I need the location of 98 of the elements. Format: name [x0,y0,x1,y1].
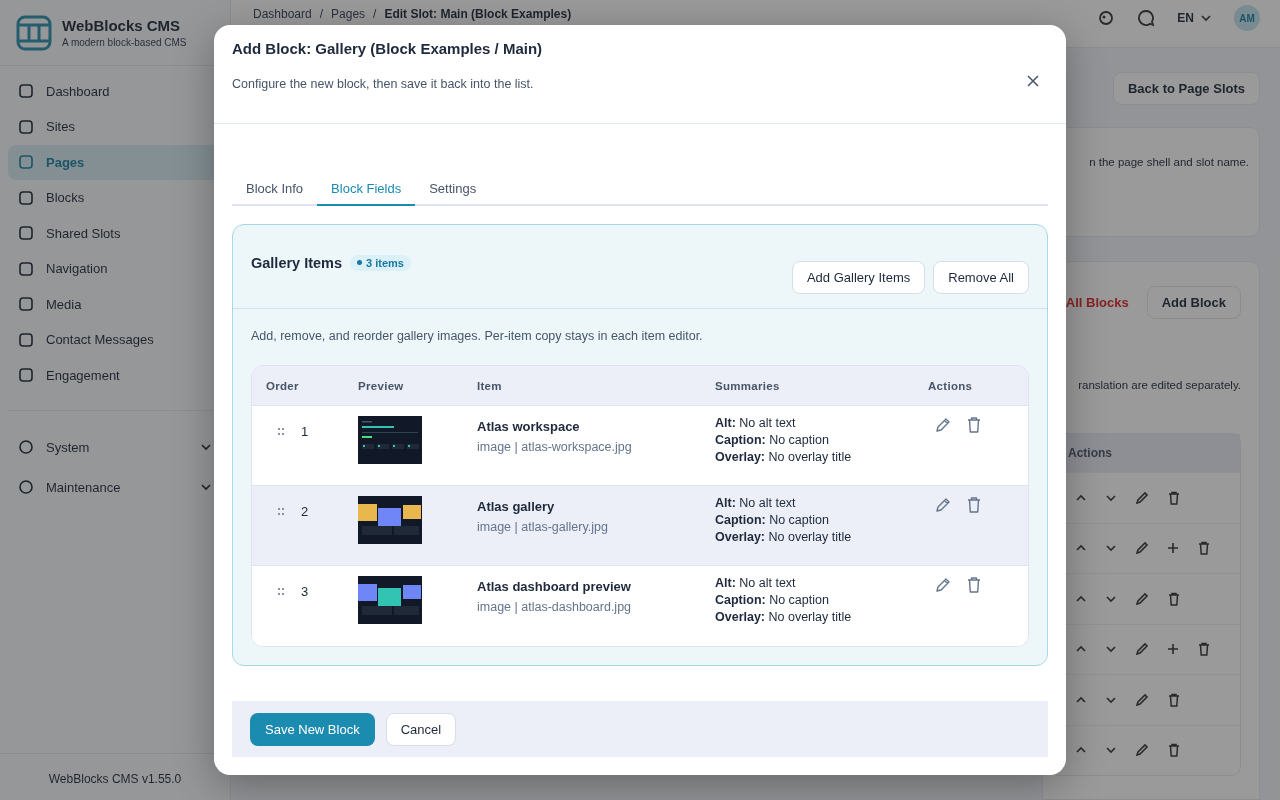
cancel-button[interactable]: Cancel [385,712,457,746]
sidebar-group[interactable]: System [8,427,222,467]
dialog-title: Add Block: Gallery (Block Examples / Main) [232,40,543,57]
pencil-icon[interactable] [1134,641,1150,658]
breadcrumb-item[interactable]: Pages [331,7,366,21]
trash-icon[interactable] [1166,742,1182,759]
item-title: Atlas workspace [477,419,581,434]
trash-icon[interactable] [966,416,982,434]
nav-icon [18,331,34,348]
summary-line: Alt: No alt text [715,496,797,510]
sidebar-item[interactable]: Navigation [8,251,222,286]
chevron-icon [1200,12,1212,24]
pencil-icon[interactable] [1134,590,1150,607]
summary-line: Overlay: No overlay title [715,450,853,464]
app-tagline: A modern block-based CMS [62,37,187,48]
pencil-icon[interactable] [1134,742,1150,759]
drag-handle-icon[interactable] [278,427,284,435]
summary-line: Caption: No caption [715,433,830,447]
order-number: 2 [301,503,309,519]
summary-line: Overlay: No overlay title [715,610,853,624]
nav-icon [18,367,34,384]
item-title: Atlas gallery [477,499,556,514]
save-button[interactable]: Save New Block [250,712,375,746]
item-title: Atlas dashboard preview [477,579,632,594]
nav-icon [18,83,34,100]
sidebar-item[interactable]: Contact Messages [8,322,222,357]
add-block-button[interactable]: Add Block [1146,286,1241,319]
breadcrumb-separator: / [319,7,324,21]
column-header: Preview [358,379,405,392]
app-name: WebBlocks CMS [62,17,182,34]
back-button[interactable]: Back to Page Slots [1112,72,1260,105]
pencil-icon[interactable] [934,416,952,434]
summary-line: Caption: No caption [715,593,830,607]
logo-icon [16,14,52,51]
nav-icon [18,296,34,313]
drag-handle-icon[interactable] [278,507,284,515]
item-file: image | atlas-dashboard.jpg [477,600,633,614]
order-number: 1 [301,423,309,439]
nav-icon [18,118,34,135]
plus-icon[interactable] [1166,642,1180,657]
summary-line: Alt: No alt text [715,416,797,430]
info-text: n the page shell and slot name. [1089,156,1249,168]
trash-icon[interactable] [1166,590,1182,607]
summary-line: Overlay: No overlay title [715,530,853,544]
nav-icon [18,189,34,206]
sidebar-item[interactable]: Media [8,287,222,322]
pencil-icon[interactable] [1134,691,1150,708]
nav-icon [18,225,34,242]
item-file: image | atlas-workspace.jpg [477,440,633,454]
pencil-icon[interactable] [934,576,952,594]
drag-handle-icon[interactable] [278,587,284,595]
trash-icon[interactable] [1196,641,1212,658]
trash-icon[interactable] [966,576,982,594]
sidebar-item[interactable]: Shared Slots [8,216,222,251]
breadcrumb-item[interactable]: Edit Slot: Main (Block Examples) [384,7,572,21]
sidebar-group[interactable]: Maintenance [8,467,222,507]
sidebar-item[interactable]: Sites [8,109,222,144]
tab[interactable]: Block Info [232,174,318,206]
column-header: Order [266,379,300,392]
close-icon [1027,75,1039,87]
item-file: image | atlas-gallery.jpg [477,520,609,534]
remove-link[interactable]: All Blocks [1065,295,1129,310]
pencil-icon[interactable] [934,496,952,514]
breadcrumb-separator: / [373,7,377,21]
trash-icon[interactable] [1196,540,1212,557]
panel-title: Gallery Items [251,254,343,271]
panel-button[interactable]: Remove All [933,261,1029,294]
count-badge: 3 items [350,254,411,271]
panel-button[interactable]: Add Gallery Items [791,261,926,294]
table-row[interactable]: 2 Atlas gallery image | atlas-gallery.jpg Alt: No alt text Caption: No caption Overlay: No overlay title [252,486,1028,566]
sidebar-item[interactable]: Dashboard [8,74,222,109]
summary-line: Caption: No caption [715,513,830,527]
panel-hint: Add, remove, and reorder gallery images. Per-item copy stays in each item editor. [251,329,704,343]
column-header: Item [477,379,503,392]
sidebar-item[interactable]: Blocks [8,180,222,215]
chat-icon[interactable] [1137,9,1156,27]
column-header: Summaries [715,379,781,392]
image-thumbnail [358,416,422,464]
breadcrumb-item[interactable]: Dashboard [253,7,312,21]
image-thumbnail [358,496,422,544]
sidebar-item[interactable]: Engagement [8,358,222,393]
pencil-icon[interactable] [1134,540,1150,557]
dialog-subtitle: Configure the new block, then save it back into the list. [232,77,535,91]
trash-icon[interactable] [966,496,982,514]
nav-icon [18,260,34,277]
nav-icon [18,154,34,171]
column-header: Actions [928,379,974,392]
pencil-icon[interactable] [1134,489,1150,506]
summary-line: Alt: No alt text [715,576,797,590]
language-selector[interactable]: EN [1177,11,1194,25]
trash-icon[interactable] [1166,489,1182,506]
image-thumbnail [358,576,422,624]
tab[interactable]: Block Fields [317,174,416,206]
plus-icon[interactable] [1166,541,1180,556]
info-text: ranslation are edited separately. [1078,379,1241,391]
order-number: 3 [301,583,309,599]
tab[interactable]: Settings [415,174,491,206]
trash-icon[interactable] [1166,691,1182,708]
